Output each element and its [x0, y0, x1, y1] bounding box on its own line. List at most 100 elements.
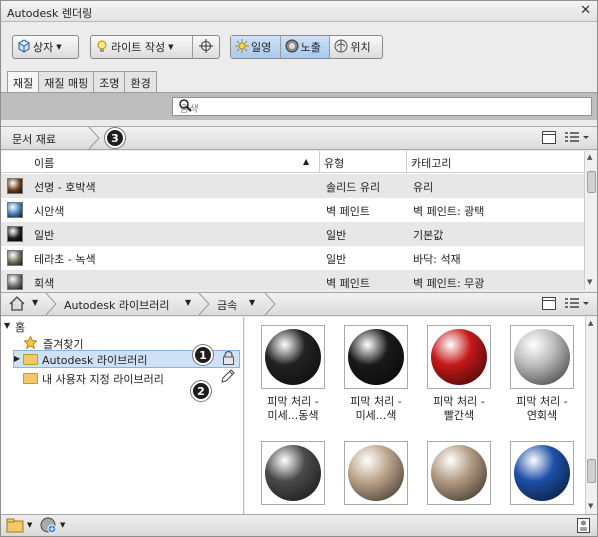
- scrollbar-thumb[interactable]: [587, 171, 596, 193]
- material-thumbnail[interactable]: 피막 처리 - 빨간색: [421, 325, 497, 423]
- material-preview: [510, 325, 574, 389]
- search-icon[interactable]: [179, 99, 587, 115]
- close-icon[interactable]: ✕: [580, 3, 591, 18]
- tree-item-home[interactable]: 홈: [15, 319, 25, 335]
- panel-view-icon[interactable]: [542, 131, 556, 147]
- row-name: 시안색: [34, 205, 65, 218]
- panel-view-icon[interactable]: [542, 297, 556, 313]
- row-type: 솔리드 유리: [326, 181, 381, 194]
- chevron-down-icon[interactable]: ▼: [60, 521, 65, 529]
- chevron-down-icon[interactable]: ▼: [27, 521, 32, 529]
- library-folder-icon[interactable]: [6, 518, 24, 536]
- material-editor-icon[interactable]: [577, 518, 590, 536]
- breadcrumb-separator-icon: [88, 127, 100, 149]
- crosshair-button[interactable]: [193, 36, 219, 58]
- create-material-icon[interactable]: [40, 517, 57, 536]
- material-sphere: [265, 329, 321, 385]
- chevron-down-icon[interactable]: ▼: [185, 298, 191, 307]
- expand-arrow-icon[interactable]: ▶: [14, 354, 20, 363]
- bottom-toolbar: ▼ ▼: [1, 514, 597, 536]
- sun-button[interactable]: 일영: [231, 36, 281, 58]
- chevron-down-icon[interactable]: ▼: [249, 298, 255, 307]
- tab-material[interactable]: 재질: [7, 71, 40, 93]
- material-thumbnail[interactable]: [504, 441, 580, 511]
- breadcrumb-separator-icon: [264, 293, 276, 315]
- material-caption-line1: 피막 처리 -: [267, 395, 319, 408]
- box-mapping-button[interactable]: 상자 ▼: [12, 35, 79, 59]
- document-materials-table: 이름 ▲ 유형 카테고리 선명 - 호박색 솔리드 유리 유리 시안색 벽 페인…: [1, 151, 584, 290]
- location-label: 위치: [350, 41, 371, 54]
- table-row[interactable]: 시안색 벽 페인트 벽 페인트: 광택: [1, 198, 584, 222]
- sun-exposure-location-group: 일영 노출 위치: [230, 35, 383, 59]
- material-preview: [261, 325, 325, 389]
- light-bulb-icon: [95, 39, 109, 56]
- breadcrumb-autodesk-library[interactable]: Autodesk 라이브러리: [64, 297, 170, 313]
- tree-item-label: 내 사용자 지정 라이브러리: [42, 373, 164, 386]
- folder-icon: [23, 354, 38, 365]
- scroll-down-icon[interactable]: ▼: [588, 502, 593, 510]
- create-light-button[interactable]: 라이트 작성 ▼: [91, 36, 193, 58]
- crosshair-icon: [199, 38, 213, 56]
- box-icon: [17, 38, 31, 56]
- scroll-up-icon[interactable]: ▲: [587, 153, 592, 161]
- material-sphere: [431, 445, 487, 501]
- location-button[interactable]: 위치: [330, 36, 382, 58]
- library-breadcrumb: ▼ Autodesk 라이브러리 ▼ 금속 ▼: [1, 292, 597, 316]
- table-row[interactable]: 회색 벽 페인트 벽 페인트: 무광: [1, 270, 584, 290]
- material-preview: [261, 441, 325, 505]
- list-view-icon[interactable]: [565, 131, 589, 147]
- material-swatch: [7, 178, 23, 194]
- material-sphere: [348, 445, 404, 501]
- row-category: 바닥: 석재: [413, 253, 461, 266]
- material-preview: [344, 325, 408, 389]
- column-header-name[interactable]: 이름: [34, 155, 54, 171]
- material-caption: 피막 처리 - 미세...색: [338, 395, 414, 423]
- pencil-icon[interactable]: [220, 369, 235, 387]
- tree-item-user-library[interactable]: 내 사용자 지정 라이브러리: [23, 371, 164, 387]
- material-caption: 피막 처리 - 빨간색: [421, 395, 497, 423]
- search-input[interactable]: 검색: [172, 97, 592, 116]
- column-header-category[interactable]: 카테고리: [411, 155, 451, 171]
- collapse-arrow-icon[interactable]: ▼: [4, 321, 10, 330]
- home-dropdown-icon[interactable]: ▼: [32, 298, 38, 307]
- folder-icon: [23, 373, 38, 384]
- material-caption-line2: 미세...색: [355, 409, 397, 422]
- home-icon[interactable]: [9, 296, 25, 314]
- tab-lighting[interactable]: 조명: [93, 71, 126, 92]
- tree-item-autodesk-library[interactable]: Autodesk 라이브러리: [23, 352, 148, 368]
- exposure-icon: [285, 39, 299, 56]
- location-icon: [334, 39, 348, 56]
- callout-1: 1: [193, 345, 213, 365]
- row-type: 일반: [326, 253, 347, 266]
- tab-environment[interactable]: 환경: [124, 71, 157, 92]
- chevron-down-icon: ▼: [56, 43, 62, 51]
- thumbnails-scrollbar[interactable]: ▲ ▼: [585, 317, 597, 514]
- tree-item-favorites[interactable]: 즐겨찾기: [43, 336, 83, 352]
- material-thumbnail[interactable]: 피막 처리 - 연회색: [504, 325, 580, 423]
- column-divider[interactable]: [319, 151, 320, 173]
- tab-material-mapping[interactable]: 재질 매핑: [38, 71, 95, 92]
- material-thumbnail[interactable]: 피막 처리 - 미세...동색: [255, 325, 331, 423]
- column-header-type[interactable]: 유형: [324, 155, 344, 171]
- column-divider[interactable]: [406, 151, 407, 173]
- scrollbar-thumb[interactable]: [587, 459, 596, 483]
- material-preview: [427, 441, 491, 505]
- scroll-down-icon[interactable]: ▼: [587, 278, 592, 286]
- material-caption-line2: 빨간색: [443, 409, 475, 422]
- material-thumbnail[interactable]: [255, 441, 331, 511]
- table-scrollbar[interactable]: ▲ ▼: [584, 151, 597, 290]
- breadcrumb-document-materials[interactable]: 문서 재료: [12, 131, 56, 147]
- table-row[interactable]: 일반 일반 기본값: [1, 222, 584, 246]
- material-thumbnail[interactable]: 피막 처리 - 미세...색: [338, 325, 414, 423]
- exposure-button[interactable]: 노출: [280, 36, 331, 58]
- material-thumbnail[interactable]: [338, 441, 414, 511]
- breadcrumb-metal[interactable]: 금속: [217, 297, 237, 313]
- material-sphere: [431, 329, 487, 385]
- material-thumbnail[interactable]: [421, 441, 497, 511]
- list-view-icon[interactable]: [565, 297, 589, 313]
- table-row[interactable]: 테라초 - 녹색 일반 바닥: 석재: [1, 246, 584, 270]
- scroll-up-icon[interactable]: ▲: [588, 319, 593, 327]
- table-row[interactable]: 선명 - 호박색 솔리드 유리 유리: [1, 174, 584, 198]
- row-category: 벽 페인트: 무광: [413, 277, 485, 290]
- row-name: 테라초 - 녹색: [34, 253, 96, 266]
